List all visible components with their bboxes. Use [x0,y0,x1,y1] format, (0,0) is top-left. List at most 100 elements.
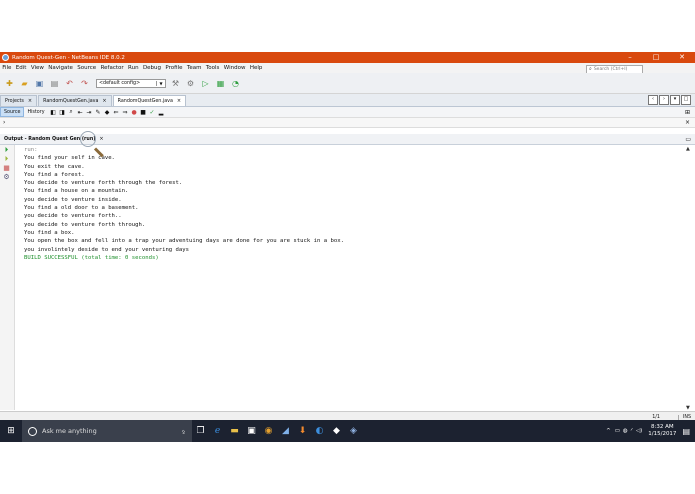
shift-right-icon[interactable]: ⇒ [122,109,129,116]
split-icon[interactable]: ⊞ [685,109,690,116]
source-button[interactable]: Source [0,107,25,117]
menu-edit[interactable]: Edit [14,65,29,71]
comment-icon[interactable]: ✓ [149,109,156,116]
store-icon[interactable]: ▣ [243,420,260,442]
bookmark-icon[interactable]: ◆ [104,109,111,116]
rerun-icon[interactable]: ⏵ [2,146,11,154]
config-select[interactable]: <default config> ▼ [96,78,166,88]
cortana-placeholder: Ask me anything [42,427,97,435]
microphone-icon[interactable]: ⍚ [182,427,186,436]
stop-icon[interactable]: ■ [2,164,11,172]
menu-refactor[interactable]: Refactor [98,65,125,71]
vertical-scrollbar[interactable]: ▲ ▼ [686,146,692,411]
minimize-button[interactable]: – [617,52,643,63]
settings-icon[interactable]: ⚙ [2,173,11,181]
tab-randomquestgen-2[interactable]: RandomQuestGen.java × [112,95,187,106]
app-icon-2[interactable]: ⬇ [294,420,311,442]
console-line: you involintely deside to end your ventu… [24,246,190,253]
console-line: you decide to venture inside. [24,196,122,203]
search-icon: ⌕ [589,66,592,72]
task-view-icon[interactable]: ❐ [192,420,209,442]
maximize-icon[interactable]: □ [681,95,691,105]
menu-profile[interactable]: Profile [163,65,184,71]
history-button[interactable]: History [24,108,47,116]
close-icon[interactable]: × [28,98,32,104]
menu-team[interactable]: Team [185,65,204,71]
close-icon[interactable]: × [177,98,181,104]
uncomment-icon[interactable]: ▂ [158,109,165,116]
tab-randomquestgen-1[interactable]: RandomQuestGen.java × [38,95,112,106]
edge-icon[interactable]: ℯ [209,420,226,442]
console-line: BUILD SUCCESSFUL (total time: 0 seconds) [24,254,159,261]
scroll-up-icon[interactable]: ▲ [686,146,690,152]
debug-icon[interactable]: ▦ [215,78,226,89]
app-icon-4[interactable]: ◈ [345,420,362,442]
undo-icon[interactable]: ↶ [64,78,75,89]
console-line: You exit the cave. [24,163,85,170]
tab-projects[interactable]: Projects × [0,95,38,106]
console-line: You find a box. [24,229,75,236]
stop-macro-icon[interactable]: ■ [140,109,147,116]
profile-icon[interactable]: ◔ [230,78,241,89]
chevron-down-icon[interactable]: ▾ [670,95,680,105]
windows-start-icon[interactable]: ⊞ [0,420,22,442]
main-toolbar: ✚ ▰ ▣ ▤ ↶ ↷ <default config> ▼ ⚒ ⚙ ▷ ▦ ◔ [0,73,695,94]
menu-file[interactable]: File [0,65,14,71]
close-icon[interactable]: × [685,119,690,126]
record-macro-icon[interactable]: ● [131,109,138,116]
menu-run[interactable]: Run [126,65,141,71]
chevron-up-icon[interactable]: ^ [606,428,611,434]
hammer-icon[interactable]: ⚒ [170,78,181,89]
menu-tools[interactable]: Tools [204,65,222,71]
minimize-icon[interactable]: ▭ [685,136,691,143]
find-prev-icon[interactable]: ⇤ [77,109,84,116]
app-icon-3[interactable]: ◐ [311,420,328,442]
system-tray: ^ ▭ ◍ ◜ ◁) 8:32 AM 1/15/2017 ▤ [606,424,695,438]
menu-source[interactable]: Source [75,65,98,71]
notifications-icon[interactable]: ▤ [682,427,690,436]
back-icon[interactable]: ◧ [50,109,57,116]
new-project-icon[interactable]: ✚ [4,78,15,89]
menu-window[interactable]: Window [222,65,248,71]
file-explorer-icon[interactable]: ▬ [226,420,243,442]
volume-icon[interactable]: ◁) [636,428,642,434]
find-icon[interactable]: ⌕ [68,108,75,116]
console-line: You find your self in cave. [24,155,115,162]
tab-navigation: ‹ › ▾ □ [647,95,691,105]
run-icon[interactable]: ▷ [200,78,211,89]
close-button[interactable]: ✕ [669,52,695,63]
chevron-right-icon[interactable]: › [3,119,5,126]
redo-icon[interactable]: ↷ [79,78,90,89]
wifi-icon[interactable]: ◜ [631,428,633,434]
netbeans-taskbar-icon[interactable]: ◆ [328,420,345,442]
save-all-icon[interactable]: ▣ [34,78,45,89]
menu-debug[interactable]: Debug [141,65,163,71]
open-project-icon[interactable]: ▰ [19,78,30,89]
cortana-search[interactable]: Ask me anything ⍚ [22,420,192,442]
menu-navigate[interactable]: Navigate [46,65,75,71]
chevron-right-icon[interactable]: › [659,95,669,105]
close-icon[interactable]: × [99,136,103,142]
close-project-icon[interactable]: ▤ [49,78,60,89]
battery-icon[interactable]: ▭ [615,428,620,434]
forward-icon[interactable]: ◨ [59,109,66,116]
clock[interactable]: 8:32 AM 1/15/2017 [648,424,676,438]
menu-help[interactable]: Help [248,65,265,71]
rerun-options-icon[interactable]: ⏵ [2,155,11,163]
console-line: You find a house on a mountain. [24,188,129,195]
chrome-icon[interactable]: ◉ [260,420,277,442]
network-icon[interactable]: ◍ [623,428,628,434]
title-bar: Random Quest-Gen - NetBeans IDE 8.0.2 – … [0,52,695,63]
toggle-highlight-icon[interactable]: ✎ [95,109,102,116]
caret-position: 1/1 [652,414,660,420]
window-controls: – □ ✕ [617,52,695,63]
shift-left-icon[interactable]: ⇐ [113,109,120,116]
maximize-button[interactable]: □ [643,52,669,63]
chevron-left-icon[interactable]: ‹ [648,95,658,105]
app-icon-1[interactable]: ◢ [277,420,294,442]
find-next-icon[interactable]: ⇥ [86,109,93,116]
output-console[interactable]: run: You find your self in cave. You exit … [24,146,664,386]
clean-build-icon[interactable]: ⚙ [185,78,196,89]
menu-view[interactable]: View [29,65,46,71]
close-icon[interactable]: × [102,98,106,104]
